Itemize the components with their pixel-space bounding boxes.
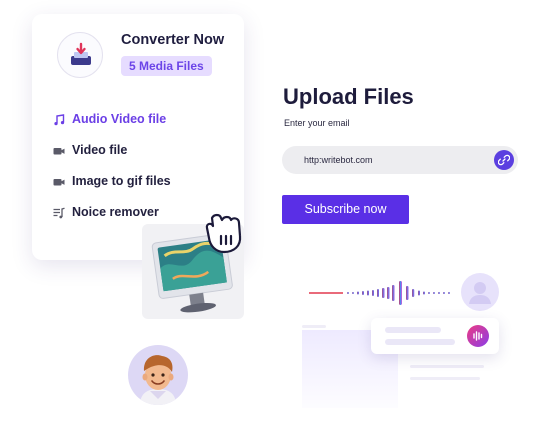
media-files-badge: 5 Media Files	[121, 56, 212, 76]
placeholder-line	[302, 325, 326, 328]
hand-cursor-icon	[204, 212, 246, 261]
url-field[interactable]	[282, 146, 518, 174]
sound-wave	[309, 281, 464, 310]
audio-message-card	[371, 318, 499, 354]
menu-item-audio-video[interactable]: Audio Video file	[53, 103, 171, 134]
url-input[interactable]	[304, 146, 484, 174]
placeholder-bar	[385, 339, 455, 345]
subscribe-button[interactable]: Subscribe now	[282, 195, 409, 224]
placeholder-line	[410, 365, 484, 368]
menu-item-label: Video file	[72, 142, 128, 157]
menu-item-image-to-gif[interactable]: Image to gif files	[53, 165, 171, 196]
audio-wave-button[interactable]	[467, 325, 489, 347]
converter-title: Converter Now	[121, 32, 225, 48]
email-label: Enter your email	[284, 118, 350, 128]
upload-title: Upload Files	[283, 84, 414, 109]
placeholder-line	[410, 377, 480, 380]
menu-item-label: Image to gif files	[72, 173, 171, 188]
music-note-icon	[53, 113, 65, 125]
video-camera-icon	[53, 144, 65, 156]
menu-item-label: Audio Video file	[72, 111, 167, 126]
playlist-icon	[53, 206, 65, 218]
link-button[interactable]	[494, 150, 514, 170]
menu-item-noise-remover[interactable]: Noice remover	[53, 196, 171, 227]
menu-item-label: Noice remover	[72, 204, 159, 219]
user-icon	[461, 273, 499, 311]
converter-menu: Audio Video file Video file Image to gif…	[53, 103, 171, 227]
download-tray-icon	[57, 32, 103, 78]
menu-item-video-file[interactable]: Video file	[53, 134, 171, 165]
avatar	[128, 345, 188, 405]
placeholder-bar	[385, 327, 441, 333]
video-camera-icon	[53, 175, 65, 187]
